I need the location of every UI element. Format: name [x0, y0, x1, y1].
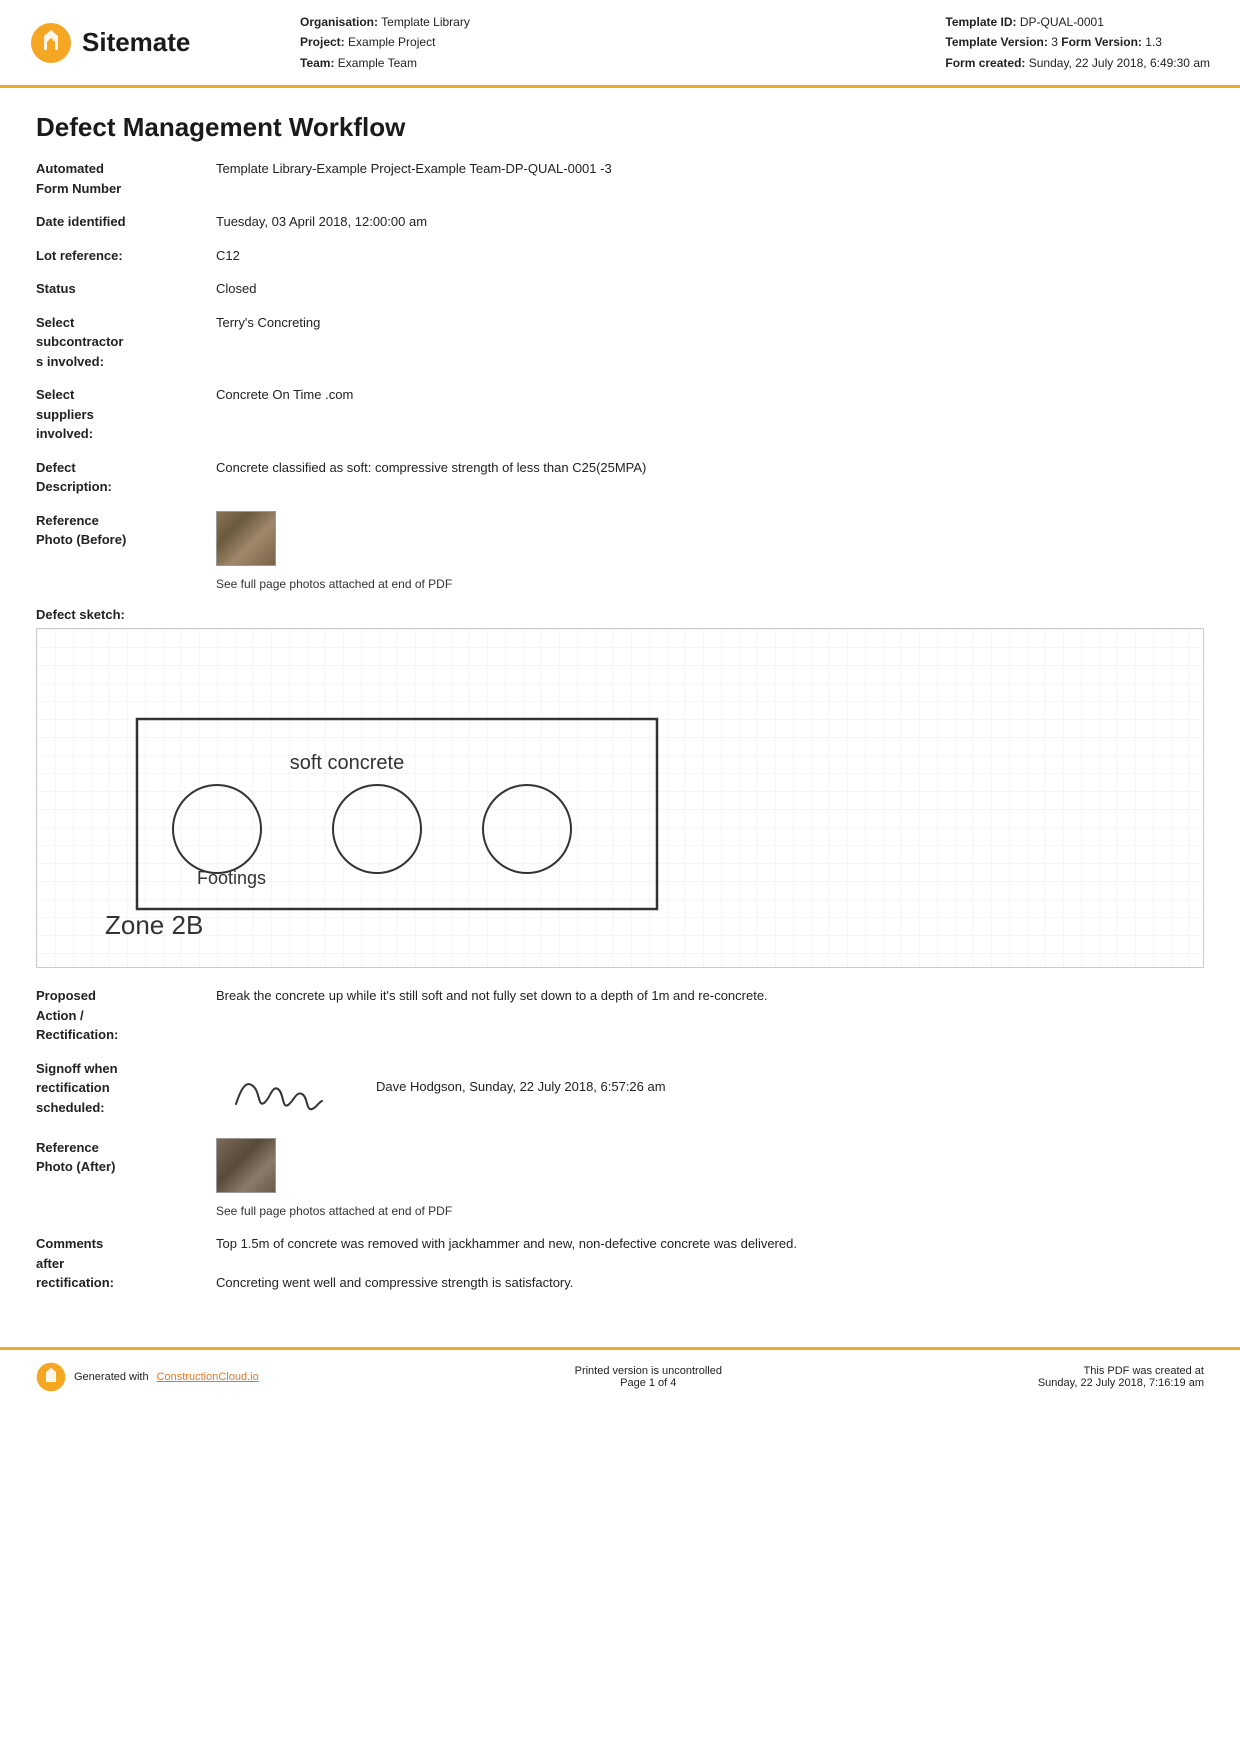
signoff-person: Dave Hodgson, Sunday, 22 July 2018, 6:57… [376, 1059, 666, 1097]
date-row: Date identified Tuesday, 03 April 2018, … [36, 212, 1204, 232]
comments-line1: Top 1.5m of concrete was removed with ja… [216, 1234, 1204, 1254]
template-id-value: DP-QUAL-0001 [1020, 15, 1104, 29]
status-label: Status [36, 279, 216, 299]
sketch-grid-svg: soft concrete Footings Zone 2B [37, 629, 1203, 967]
status-row: Status Closed [36, 279, 1204, 299]
signoff-label: Signoff whenrectificationscheduled: [36, 1059, 216, 1118]
form-version-value: 1.3 [1145, 35, 1162, 49]
footer-center: Printed version is uncontrolled Page 1 o… [575, 1365, 722, 1389]
automated-form-label: AutomatedForm Number [36, 159, 216, 198]
template-id-label: Template ID: [945, 15, 1016, 29]
sketch-container: soft concrete Footings Zone 2B [36, 628, 1204, 968]
photo-before-caption: See full page photos attached at end of … [216, 575, 1204, 593]
svg-text:Zone 2B: Zone 2B [105, 910, 203, 940]
automated-form-row: AutomatedForm Number Template Library-Ex… [36, 159, 1204, 198]
photo-after-image [217, 1139, 275, 1192]
org-value: Template Library [381, 15, 470, 29]
project-value: Example Project [348, 35, 435, 49]
footer-pdf-date: Sunday, 22 July 2018, 7:16:19 am [1038, 1377, 1204, 1389]
header-meta-right: Template ID: DP-QUAL-0001 Template Versi… [945, 12, 1210, 73]
org-label: Organisation: [300, 15, 378, 29]
automated-form-value: Template Library-Example Project-Example… [216, 159, 1204, 179]
team-label: Team: [300, 56, 334, 70]
signoff-row: Signoff whenrectificationscheduled: Dave… [36, 1059, 1204, 1124]
footer-page: Page 1 of 4 [575, 1377, 722, 1389]
subcontractor-value: Terry's Concreting [216, 313, 1204, 333]
footer-pdf-created: This PDF was created at [1038, 1365, 1204, 1377]
lot-row: Lot reference: C12 [36, 246, 1204, 266]
ref-photo-before-value: See full page photos attached at end of … [216, 511, 1204, 594]
suppliers-value: Concrete On Time .com [216, 385, 1204, 405]
footer-right: This PDF was created at Sunday, 22 July … [1038, 1365, 1204, 1389]
sitemate-logo-icon [30, 22, 72, 64]
defect-label: DefectDescription: [36, 458, 216, 497]
lot-value: C12 [216, 246, 1204, 266]
template-version-label: Template Version: [945, 35, 1047, 49]
ref-photo-after-row: ReferencePhoto (After) See full page pho… [36, 1138, 1204, 1221]
signature-svg [216, 1059, 346, 1124]
defect-row: DefectDescription: Concrete classified a… [36, 458, 1204, 497]
date-value: Tuesday, 03 April 2018, 12:00:00 am [216, 212, 1204, 232]
form-created-label: Form created: [945, 56, 1025, 70]
form-created-value: Sunday, 22 July 2018, 6:49:30 am [1029, 56, 1210, 70]
defect-value: Concrete classified as soft: compressive… [216, 458, 1204, 478]
subcontractor-label: Selectsubcontractors involved: [36, 313, 216, 372]
proposed-value: Break the concrete up while it's still s… [216, 986, 1204, 1006]
ref-photo-after-value: See full page photos attached at end of … [216, 1138, 1204, 1221]
page-footer: Generated with ConstructionCloud.io Prin… [0, 1347, 1240, 1404]
comments-value: Top 1.5m of concrete was removed with ja… [216, 1234, 1204, 1293]
proposed-label: ProposedAction /Rectification: [36, 986, 216, 1045]
lot-label: Lot reference: [36, 246, 216, 266]
photo-before-thumb [216, 511, 276, 566]
sketch-section: Defect sketch: soft concrete Fo [36, 607, 1204, 968]
proposed-row: ProposedAction /Rectification: Break the… [36, 986, 1204, 1045]
photo-after-caption: See full page photos attached at end of … [216, 1202, 1204, 1220]
footer-uncontrolled: Printed version is uncontrolled [575, 1365, 722, 1377]
team-value: Example Team [338, 56, 417, 70]
main-content: Defect Management Workflow AutomatedForm… [0, 88, 1240, 1327]
subcontractor-row: Selectsubcontractors involved: Terry's C… [36, 313, 1204, 372]
ref-photo-before-row: ReferencePhoto (Before) See full page ph… [36, 511, 1204, 594]
form-version-label: Form Version: [1061, 35, 1142, 49]
logo-area: Sitemate [30, 22, 270, 64]
signature-area [216, 1059, 346, 1124]
photo-after-thumb [216, 1138, 276, 1193]
photo-before-image [217, 512, 275, 565]
comments-row: Commentsafterrectification: Top 1.5m of … [36, 1234, 1204, 1293]
footer-link[interactable]: ConstructionCloud.io [157, 1371, 259, 1383]
svg-text:Footings: Footings [197, 868, 266, 888]
ref-photo-before-label: ReferencePhoto (Before) [36, 511, 216, 550]
date-label: Date identified [36, 212, 216, 232]
signoff-value: Dave Hodgson, Sunday, 22 July 2018, 6:57… [216, 1059, 1204, 1124]
project-label: Project: [300, 35, 345, 49]
footer-generated-label: Generated with [74, 1371, 149, 1383]
footer-logo-icon [36, 1362, 66, 1392]
sketch-label: Defect sketch: [36, 607, 1204, 622]
template-version-value: 3 [1051, 35, 1058, 49]
page-title: Defect Management Workflow [36, 112, 1204, 143]
svg-text:soft concrete: soft concrete [290, 752, 405, 774]
logo-text: Sitemate [82, 27, 190, 58]
suppliers-label: Selectsuppliersinvolved: [36, 385, 216, 444]
comments-line2: Concreting went well and compressive str… [216, 1273, 1204, 1293]
ref-photo-after-label: ReferencePhoto (After) [36, 1138, 216, 1177]
page-header: Sitemate Organisation: Template Library … [0, 0, 1240, 88]
status-value: Closed [216, 279, 1204, 299]
footer-left: Generated with ConstructionCloud.io [36, 1362, 259, 1392]
header-meta-center: Organisation: Template Library Project: … [270, 12, 945, 73]
suppliers-row: Selectsuppliersinvolved: Concrete On Tim… [36, 385, 1204, 444]
comments-label: Commentsafterrectification: [36, 1234, 216, 1293]
